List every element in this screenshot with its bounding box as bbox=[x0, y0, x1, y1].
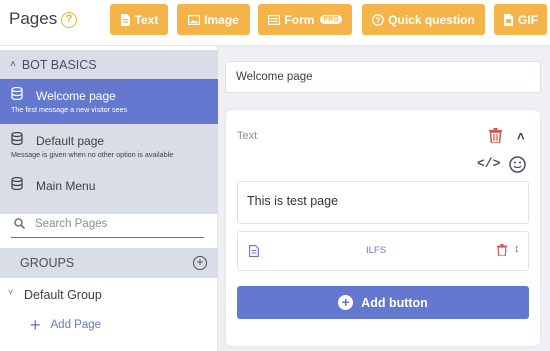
add-quick-question-button[interactable]: ? Quick question bbox=[362, 4, 485, 35]
chevron-down-icon: ˅ bbox=[8, 287, 14, 297]
page-title: Pages bbox=[9, 9, 58, 28]
top-bar: Pages ? Text Image Form PRO ? Quick ques… bbox=[0, 0, 550, 46]
sidebar: ˄ BOT BASICS Welcome page The first mess… bbox=[0, 46, 218, 351]
svg-text:?: ? bbox=[376, 16, 381, 25]
trash-icon[interactable] bbox=[497, 244, 507, 256]
code-icon[interactable]: </> bbox=[477, 156, 500, 171]
group-default[interactable]: ˅ Default Group bbox=[0, 282, 218, 306]
group-name: Default Group bbox=[24, 288, 102, 302]
add-image-label: Image bbox=[204, 12, 239, 27]
add-text-label: Text bbox=[134, 12, 159, 27]
question-circle-icon: ? bbox=[372, 13, 385, 26]
search-input[interactable] bbox=[35, 214, 200, 234]
form-icon bbox=[268, 14, 281, 25]
add-button[interactable]: + Add button bbox=[237, 286, 529, 319]
image-icon bbox=[188, 14, 201, 25]
database-icon bbox=[11, 177, 23, 190]
page-description: Message is given when no other option is… bbox=[11, 150, 174, 159]
add-page-label: Add Page bbox=[50, 319, 102, 331]
block-type-label: Text bbox=[237, 130, 258, 142]
trash-icon[interactable] bbox=[489, 128, 502, 143]
add-page-button[interactable]: + Add Page bbox=[30, 315, 102, 335]
bot-basics-header[interactable]: ˄ BOT BASICS bbox=[0, 50, 218, 79]
page-name: Welcome page bbox=[36, 89, 116, 103]
add-group-icon[interactable]: + bbox=[193, 256, 207, 270]
page-name: Default page bbox=[36, 134, 105, 148]
drag-handle-icon[interactable]: ↕ bbox=[514, 243, 520, 255]
chevron-up-icon: ˄ bbox=[10, 59, 16, 70]
add-image-button[interactable]: Image bbox=[177, 4, 250, 35]
add-text-button[interactable]: Text bbox=[110, 4, 168, 35]
database-icon bbox=[11, 87, 23, 100]
plus-icon: + bbox=[30, 315, 41, 335]
page-name: Main Menu bbox=[36, 179, 96, 193]
add-button-label: Add button bbox=[361, 295, 428, 310]
add-form-button[interactable]: Form PRO bbox=[258, 4, 352, 35]
button-row: ILFS ↕ bbox=[237, 231, 529, 271]
page-title-input[interactable] bbox=[225, 61, 541, 93]
add-gif-label: GIF bbox=[518, 12, 538, 27]
sidebar-item-default-page[interactable]: Default page Message is given when no ot… bbox=[0, 124, 218, 169]
page-description: The first message a new visitor sees bbox=[11, 105, 128, 114]
text-block-card: Text ˄ </> This is test page ILFS ↕ + Ad… bbox=[225, 109, 541, 347]
section-title: BOT BASICS bbox=[21, 57, 97, 72]
database-icon bbox=[11, 132, 23, 145]
sidebar-item-main-menu[interactable]: Main Menu bbox=[0, 169, 218, 214]
plus-circle-icon: + bbox=[338, 295, 354, 310]
groups-header: GROUPS + bbox=[0, 248, 218, 278]
sidebar-item-welcome-page[interactable]: Welcome page The first message a new vis… bbox=[0, 79, 218, 124]
search-icon bbox=[14, 218, 25, 229]
search-pages bbox=[11, 210, 204, 238]
help-icon[interactable]: ? bbox=[61, 12, 77, 28]
emoji-icon[interactable] bbox=[509, 156, 526, 173]
chevron-up-icon[interactable]: ˄ bbox=[517, 129, 525, 144]
pro-badge: PRO bbox=[320, 15, 342, 24]
text-file-icon bbox=[120, 13, 130, 26]
button-label[interactable]: ILFS bbox=[238, 245, 514, 256]
add-form-label: Form bbox=[284, 12, 315, 27]
gif-file-icon bbox=[504, 13, 513, 26]
groups-label: GROUPS bbox=[20, 256, 75, 270]
add-quick-question-label: Quick question bbox=[388, 12, 475, 27]
add-gif-button[interactable]: GIF bbox=[494, 4, 547, 35]
message-textarea[interactable]: This is test page bbox=[237, 181, 529, 224]
